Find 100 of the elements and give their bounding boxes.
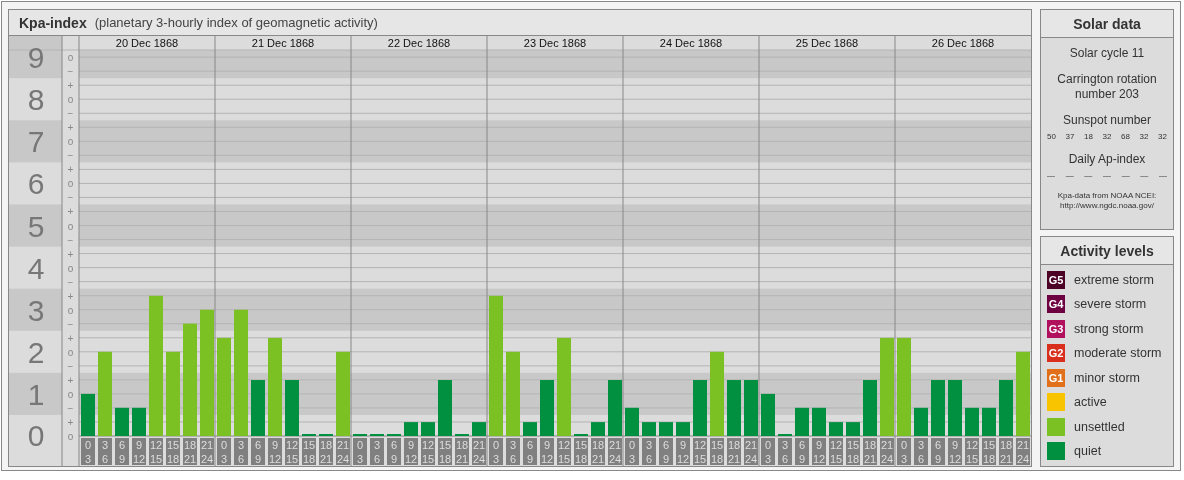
sunspot-heading: Sunspot number xyxy=(1062,113,1152,128)
interval-label: 9 12 xyxy=(540,438,554,465)
bar xyxy=(982,407,996,436)
ap-index-value: — xyxy=(1047,171,1055,180)
tick-label: + xyxy=(67,122,74,134)
interval-label: 9 12 xyxy=(404,438,418,465)
level-label: active xyxy=(1074,395,1107,410)
interval-label: 18 21 xyxy=(183,438,197,465)
level-swatch: G5 xyxy=(1047,270,1065,289)
bar xyxy=(846,422,860,436)
tick-label: o xyxy=(67,431,74,442)
bar xyxy=(438,380,452,436)
ap-index-value: — xyxy=(1102,171,1111,180)
bar xyxy=(761,393,775,436)
interval-label: 12 15 xyxy=(693,438,707,465)
kp-level-label: 7 xyxy=(27,125,45,159)
date-label: 20 Dec 1868 xyxy=(115,37,179,49)
level-label: moderate storm xyxy=(1074,346,1162,361)
tick-label: o xyxy=(67,52,74,64)
tick-label: o xyxy=(67,220,74,232)
bar xyxy=(659,422,673,436)
level-swatch: G1 xyxy=(1047,368,1065,387)
bar xyxy=(727,380,741,436)
kp-level-label: 9 xyxy=(27,41,45,75)
interval-label: 15 18 xyxy=(438,438,452,465)
interval-label: 15 18 xyxy=(846,438,860,465)
sunspot-value: 32 xyxy=(1158,132,1167,141)
interval-label: 0 3 xyxy=(625,438,639,465)
interval-label: 3 6 xyxy=(642,438,656,465)
tick-label: + xyxy=(67,206,74,218)
interval-label: 0 3 xyxy=(489,438,503,465)
bar xyxy=(863,380,877,436)
bar xyxy=(676,422,690,436)
interval-label: 0 3 xyxy=(217,438,231,465)
scale-stripe xyxy=(9,372,62,415)
interval-label: 15 18 xyxy=(982,438,996,465)
tick-label: o xyxy=(67,136,74,148)
interval-label: 15 18 xyxy=(302,438,316,465)
interval-label: 3 6 xyxy=(370,438,384,465)
interval-label: 12 15 xyxy=(421,438,435,465)
source-note: Kpa-data from NOAA NCEI: http://www.ngdc.noaa.gov/ xyxy=(1057,191,1157,211)
scale-stripe xyxy=(9,204,62,247)
tick-label: + xyxy=(67,164,74,176)
interval-label: 21 24 xyxy=(336,438,350,465)
date-label: 21 Dec 1868 xyxy=(251,37,315,49)
level-label: unsettled xyxy=(1074,419,1125,434)
date-label: 25 Dec 1868 xyxy=(795,37,859,49)
interval-label: 9 12 xyxy=(812,438,826,465)
level-swatch: G2 xyxy=(1047,344,1065,363)
tick-label: − xyxy=(67,234,74,246)
level-label: minor storm xyxy=(1074,370,1140,385)
bar xyxy=(523,422,537,436)
kp-level-label: 8 xyxy=(27,83,45,117)
tick-label: − xyxy=(67,66,74,78)
ap-index-value: — xyxy=(1065,171,1074,180)
level-label: extreme storm xyxy=(1074,272,1154,287)
carrington-text: Carrington rotation number 203 xyxy=(1056,72,1158,102)
interval-label: 6 9 xyxy=(659,438,673,465)
tick-label: − xyxy=(67,402,74,414)
interval-label: 18 21 xyxy=(455,438,469,465)
bar xyxy=(132,407,146,436)
date-label: 22 Dec 1868 xyxy=(387,37,451,49)
interval-label: 3 6 xyxy=(506,438,520,465)
bar xyxy=(642,422,656,436)
interval-label: 0 3 xyxy=(897,438,911,465)
interval-label: 0 3 xyxy=(81,438,95,465)
kp-level-label: 3 xyxy=(27,293,45,327)
interval-label: 18 21 xyxy=(319,438,333,465)
sunspot-value: 32 xyxy=(1102,132,1112,141)
panel-title: Solar data xyxy=(1041,10,1173,38)
scale-stripe xyxy=(9,288,62,331)
date-label: 23 Dec 1868 xyxy=(523,37,587,49)
ap-index-value: — xyxy=(1121,171,1130,180)
interval-label: 9 12 xyxy=(268,438,282,465)
tick-label: o xyxy=(67,346,74,358)
scale-stripe xyxy=(9,36,62,79)
bar xyxy=(948,380,962,436)
bar xyxy=(540,380,554,436)
interval-label: 18 21 xyxy=(727,438,741,465)
interval-label: 0 3 xyxy=(761,438,775,465)
tick-label: − xyxy=(67,192,74,204)
interval-label: 3 6 xyxy=(98,438,112,465)
interval-label: 18 21 xyxy=(999,438,1013,465)
interval-label: 12 15 xyxy=(149,438,163,465)
tick-label: + xyxy=(67,332,74,344)
level-swatch: G3 xyxy=(1047,319,1065,338)
kp-level-label: 6 xyxy=(27,167,45,201)
bar xyxy=(608,380,622,436)
tick-label: o xyxy=(67,178,74,190)
tick-label: o xyxy=(67,94,74,106)
tick-label: + xyxy=(67,374,74,386)
sunspot-value: 37 xyxy=(1065,132,1075,141)
interval-label: 15 18 xyxy=(574,438,588,465)
tick-label: o xyxy=(67,388,74,400)
bar xyxy=(829,422,843,436)
date-label: 24 Dec 1868 xyxy=(659,37,723,49)
ap-index-value: — xyxy=(1158,171,1167,180)
tick-label: + xyxy=(67,416,74,428)
sunspot-value: 50 xyxy=(1047,132,1056,141)
bar xyxy=(795,407,809,436)
